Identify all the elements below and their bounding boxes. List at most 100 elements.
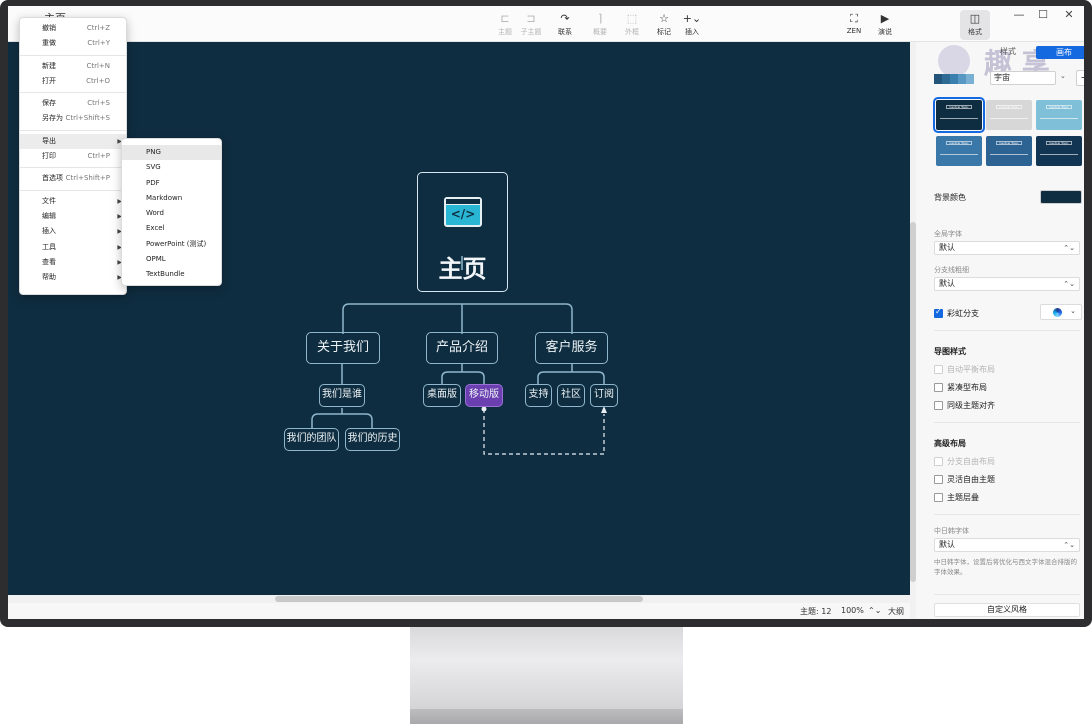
option-checkbox	[934, 457, 943, 466]
zoom-stepper-icon[interactable]: ⌃⌄	[868, 606, 881, 615]
thumbnail-line	[1040, 154, 1078, 155]
rainbow-color-dropdown[interactable]: ⌄	[1040, 304, 1082, 320]
menu-item[interactable]: 文件 ▶	[20, 194, 126, 209]
menu-item[interactable]: 重做 Ctrl+Y	[20, 36, 126, 51]
zen-button[interactable]: ⛶ ZEN	[839, 10, 869, 40]
pitch-button[interactable]: ▶ 演说	[870, 10, 900, 40]
menu-item[interactable]: 新建 Ctrl+N	[20, 59, 126, 74]
horizontal-scroll-thumb[interactable]	[275, 596, 643, 602]
branch-thickness-select[interactable]: 默认 ⌃⌄	[934, 277, 1080, 291]
root-topic[interactable]: </> 主页	[417, 172, 508, 292]
option-checkbox[interactable]	[934, 493, 943, 502]
subtopic-button[interactable]: ⊐ 子主题	[516, 10, 546, 40]
monitor-stand	[410, 627, 683, 709]
boundary-button[interactable]: ⬚ 外框	[617, 10, 647, 40]
monitor-stand-base	[410, 709, 683, 724]
bg-color-picker[interactable]	[1040, 190, 1082, 204]
insert-label: 插入	[685, 28, 699, 36]
outline-button[interactable]: 大纲	[888, 606, 904, 617]
option-label: 紧凑型布局	[947, 383, 987, 392]
option-label: 主题层叠	[947, 493, 979, 502]
subtopic-subscribe[interactable]: 订阅	[590, 384, 618, 407]
topic-products[interactable]: 产品介绍	[426, 332, 498, 364]
export-menu-item[interactable]: Excel	[122, 221, 221, 236]
export-menu-item[interactable]: PNG	[122, 145, 221, 161]
subtopic-our-history[interactable]: 我们的历史	[345, 428, 400, 451]
relationship-button[interactable]: ↷ 联系	[550, 10, 580, 40]
thumbnail-line	[940, 154, 978, 155]
menu-item[interactable]: 保存 Ctrl+S	[20, 96, 126, 111]
format-panel: 趣 享 样式 画布 宇宙 ⌄ + Central TopicCentral To…	[916, 42, 1084, 619]
menu-item-shortcut: Ctrl+O	[86, 76, 110, 85]
theme-thumbnail[interactable]: Central Topic	[1036, 136, 1082, 166]
menu-item[interactable]: 查看 ▶	[20, 255, 126, 270]
maximize-button[interactable]: ☐	[1032, 8, 1054, 21]
export-menu-item[interactable]: TextBundle	[122, 267, 221, 282]
export-menu-item[interactable]: PowerPoint (测试)	[122, 237, 221, 252]
option-checkbox	[934, 365, 943, 374]
menu-item[interactable]: 撤销 Ctrl+Z	[20, 21, 126, 36]
menu-item[interactable]: 工具 ▶	[20, 240, 126, 255]
menu-separator	[20, 92, 126, 94]
menu-item[interactable]: 插入 ▶	[20, 224, 126, 239]
divider	[934, 594, 1080, 595]
menu-item-label: 插入	[42, 227, 56, 236]
zen-icon: ⛶	[850, 12, 858, 25]
subtopic-support[interactable]: 支持	[525, 384, 552, 407]
menu-item[interactable]: 打印 Ctrl+P	[20, 149, 126, 164]
menu-separator	[20, 54, 126, 56]
menu-item[interactable]: 帮助 ▶	[20, 270, 126, 285]
topic-customer-service[interactable]: 客户服务	[535, 332, 608, 364]
export-menu-item[interactable]: Markdown	[122, 191, 221, 206]
summary-button[interactable]: ⌉ 概要	[585, 10, 615, 40]
theme-thumbnail[interactable]: Central Topic	[936, 136, 982, 166]
menu-item[interactable]: 另存为 Ctrl+Shift+S	[20, 111, 126, 126]
option-checkbox[interactable]	[934, 475, 943, 484]
thumbnail-title: Central Topic	[996, 141, 1022, 145]
tab-style[interactable]: 样式	[1000, 46, 1016, 57]
subtopic-mobile[interactable]: 移动版	[465, 384, 503, 407]
menu-item[interactable]: 导出 ▶	[20, 133, 126, 150]
horizontal-scrollbar[interactable]	[8, 595, 910, 603]
menu-separator	[20, 129, 126, 131]
menu-item[interactable]: 打开 Ctrl+O	[20, 74, 126, 89]
subtopic-our-team[interactable]: 我们的团队	[284, 428, 339, 451]
menu-item-label: 文件	[42, 196, 56, 205]
mindmap-canvas[interactable]: </> 主页 关于我们 产品介绍 客户服务 我们是谁 我们的团队 我们的历史 桌…	[8, 42, 910, 595]
format-button[interactable]: ◫ 格式	[960, 10, 990, 40]
menu-item[interactable]: 首选项 Ctrl+Shift+P	[20, 171, 126, 186]
theme-thumbnail[interactable]: Central Topic	[1036, 100, 1082, 130]
export-menu-item[interactable]: SVG	[122, 160, 221, 175]
export-menu-item[interactable]: OPML	[122, 252, 221, 267]
subtopic-desktop[interactable]: 桌面版	[423, 384, 461, 407]
tab-canvas[interactable]: 画布	[1036, 46, 1084, 59]
menu-item[interactable]: 编辑 ▶	[20, 209, 126, 224]
play-icon: ▶	[880, 12, 890, 25]
zoom-level[interactable]: 100%	[841, 606, 864, 615]
option-checkbox[interactable]	[934, 401, 943, 410]
cjk-font-select[interactable]: 默认 ⌃⌄	[934, 538, 1080, 552]
global-font-select[interactable]: 默认 ⌃⌄	[934, 241, 1080, 255]
menu-item-shortcut: Ctrl+Y	[87, 39, 110, 48]
minimize-button[interactable]: —	[1008, 8, 1030, 21]
export-menu-item[interactable]: Word	[122, 206, 221, 221]
rainbow-branch-checkbox[interactable]	[934, 307, 943, 318]
advanced-layout-title: 高级布局	[934, 439, 966, 448]
subtopic-community[interactable]: 社区	[557, 384, 585, 407]
option-label: 分支自由布局	[947, 457, 995, 466]
option-checkbox[interactable]	[934, 383, 943, 392]
topic-about-us[interactable]: 关于我们	[306, 332, 380, 364]
subtopic-who-we-are[interactable]: 我们是谁	[319, 384, 365, 407]
theme-thumbnail[interactable]: Central Topic	[986, 100, 1032, 130]
custom-style-button[interactable]: 自定义风格	[934, 603, 1080, 617]
option-label: 同级主题对齐	[947, 401, 995, 410]
insert-button[interactable]: +⌄ 插入	[677, 10, 707, 40]
close-button[interactable]: ✕	[1058, 8, 1080, 21]
theme-thumbnail[interactable]: Central Topic	[986, 136, 1032, 166]
marker-button[interactable]: ☆ 标记	[649, 10, 679, 40]
export-menu-item[interactable]: PDF	[122, 176, 221, 191]
theme-thumbnail[interactable]: Central Topic	[933, 97, 985, 133]
menu-item-label: 打开	[42, 76, 56, 85]
add-theme-button[interactable]: +	[1076, 70, 1084, 86]
connection-lines	[311, 256, 607, 455]
